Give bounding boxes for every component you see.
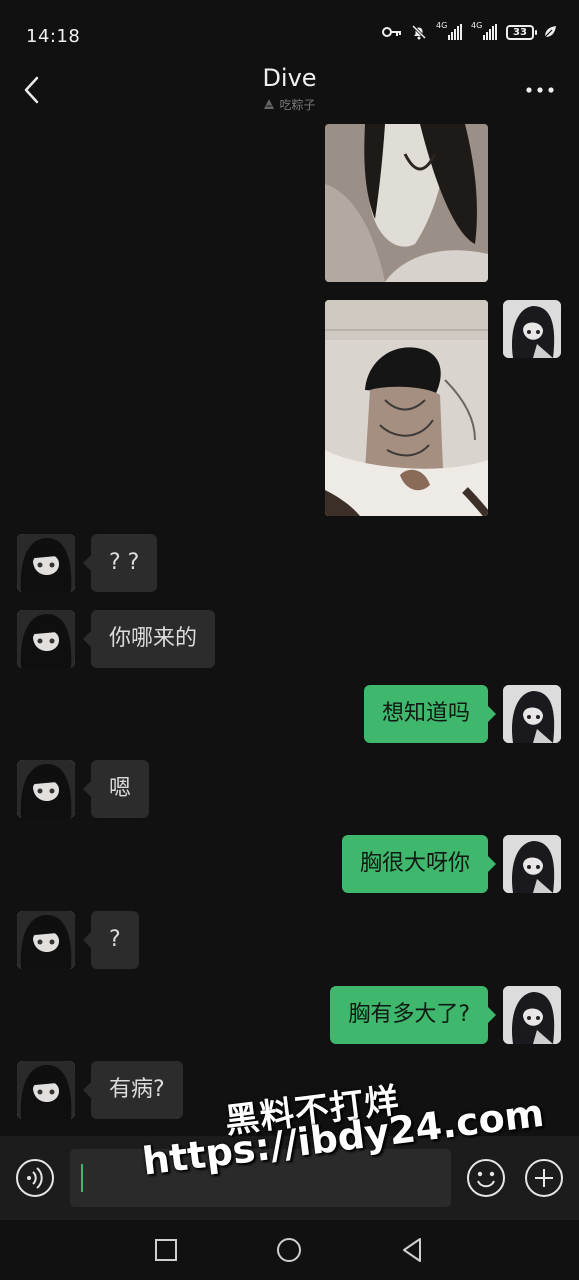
chat-subtitle: 吃粽子 xyxy=(0,96,579,113)
avatar[interactable] xyxy=(503,835,561,893)
battery-icon: 33 xyxy=(506,24,537,40)
voice-button[interactable] xyxy=(15,1158,55,1198)
chat-header: Dive 吃粽子 xyxy=(0,60,579,124)
signal-icon: 4G xyxy=(436,21,462,40)
image-message[interactable] xyxy=(325,300,488,516)
avatar-image xyxy=(17,911,75,969)
avatar[interactable] xyxy=(17,534,75,592)
avatar-image xyxy=(503,300,561,358)
message-bubble-sent[interactable]: 胸有多大了? xyxy=(330,986,496,1044)
emoji-button[interactable] xyxy=(466,1158,506,1198)
recent-apps-icon xyxy=(155,1239,177,1261)
message-list[interactable]: ? ? 你哪来的 想知道吗 嗯 胸很大呀你 ? 胸有多大了? 有病? xyxy=(0,124,579,1136)
avatar-image xyxy=(17,534,75,592)
avatar-image xyxy=(17,1061,75,1119)
emoji-icon xyxy=(467,1159,505,1197)
chat-subtitle-text: 吃粽子 xyxy=(279,98,316,112)
avatar[interactable] xyxy=(17,760,75,818)
message-bubble-received[interactable]: ? ? xyxy=(82,534,158,592)
back-nav-button[interactable] xyxy=(396,1234,428,1266)
message-bubble-sent[interactable]: 想知道吗 xyxy=(363,685,497,743)
bell-off-icon xyxy=(411,24,427,40)
message-bubble-received[interactable]: 你哪来的 xyxy=(82,610,216,668)
status-icons: 4G 4G 33 xyxy=(382,21,557,40)
photo-icon xyxy=(325,300,488,516)
back-triangle-icon xyxy=(403,1238,421,1262)
more-horizontal-icon xyxy=(526,87,554,93)
avatar[interactable] xyxy=(17,1061,75,1119)
home-icon xyxy=(277,1238,301,1262)
message-bubble-received[interactable]: 嗯 xyxy=(82,760,150,818)
home-button[interactable] xyxy=(273,1234,305,1266)
more-button[interactable] xyxy=(523,78,557,102)
status-mark-icon xyxy=(264,99,275,109)
system-nav-bar xyxy=(0,1220,579,1280)
image-message[interactable] xyxy=(325,124,488,282)
avatar[interactable] xyxy=(17,610,75,668)
plus-button[interactable] xyxy=(524,1158,564,1198)
message-bubble-received[interactable]: ? xyxy=(83,911,139,969)
avatar[interactable] xyxy=(17,911,75,969)
message-bubble-received[interactable]: 有病? xyxy=(83,1061,183,1119)
leaf-icon xyxy=(543,25,557,39)
key-icon xyxy=(382,26,402,38)
text-caret xyxy=(81,1164,83,1192)
avatar-image xyxy=(17,610,75,668)
plus-icon xyxy=(525,1159,563,1197)
signal-icon: 4G xyxy=(471,21,497,40)
avatar[interactable] xyxy=(503,986,561,1044)
message-bubble-sent[interactable]: 胸很大呀你 xyxy=(341,835,497,893)
avatar-image xyxy=(503,685,561,743)
avatar-image xyxy=(17,760,75,818)
avatar-image xyxy=(503,986,561,1044)
voice-icon xyxy=(16,1159,54,1197)
photo-icon xyxy=(325,124,488,282)
avatar[interactable] xyxy=(503,685,561,743)
status-time: 14:18 xyxy=(26,26,81,47)
battery-level: 33 xyxy=(513,26,527,38)
chat-title: Dive xyxy=(262,64,317,92)
recent-apps-button[interactable] xyxy=(150,1234,182,1266)
avatar[interactable] xyxy=(503,300,561,358)
avatar-image xyxy=(503,835,561,893)
